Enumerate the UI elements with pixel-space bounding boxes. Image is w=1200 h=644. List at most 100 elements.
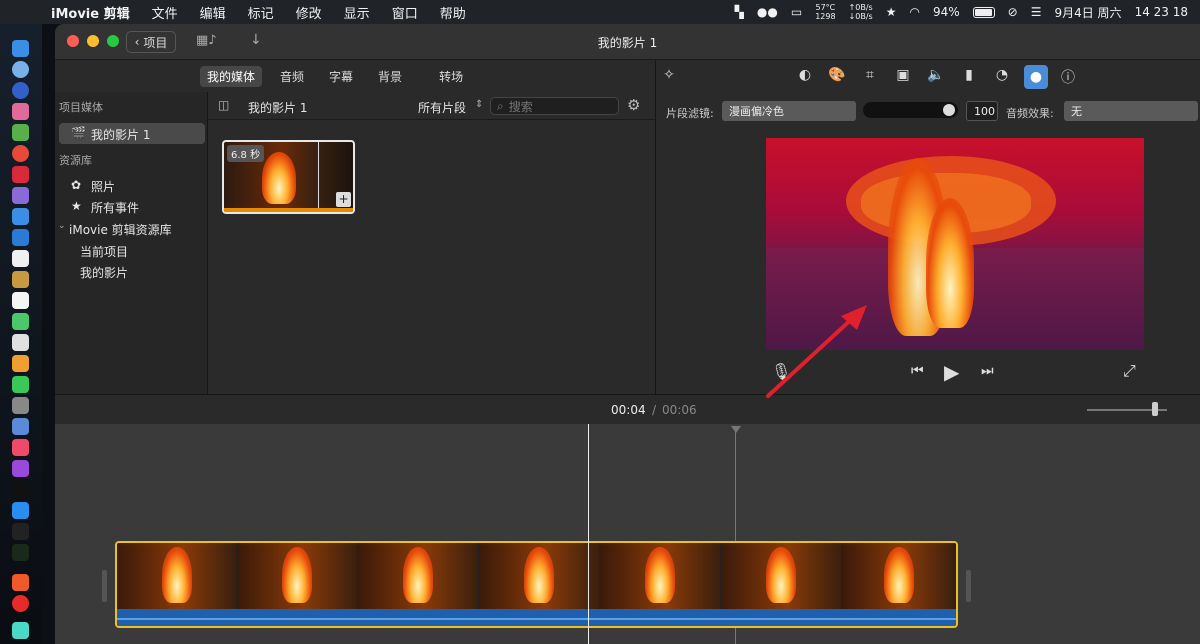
star-icon[interactable]: ★	[886, 5, 897, 19]
tab-my-media[interactable]: 我的媒体	[200, 65, 263, 87]
battery-icon[interactable]	[972, 6, 995, 18]
dots-icon[interactable]: ●●	[757, 5, 778, 19]
chrome-icon[interactable]	[12, 145, 29, 162]
contacts-icon[interactable]	[12, 271, 29, 288]
equalizer-icon[interactable]: ▮	[958, 67, 980, 87]
sidebar-toggle-icon[interactable]: ◫	[218, 98, 229, 112]
brave-icon[interactable]	[12, 574, 29, 591]
maps-icon[interactable]	[12, 313, 29, 330]
monitor-icon[interactable]: ▭	[791, 5, 802, 19]
wifi-icon[interactable]: ◠	[909, 5, 919, 19]
app-slack-icon[interactable]	[12, 418, 29, 435]
fan-rpm: 1298	[815, 12, 836, 21]
color-balance-icon[interactable]: ◐	[794, 67, 816, 87]
media-clip[interactable]: 6.8 秒 +	[222, 140, 355, 214]
gear-icon[interactable]: ⚙	[627, 96, 640, 114]
timeline-clip[interactable]	[115, 541, 958, 628]
settings-icon[interactable]	[12, 397, 29, 414]
photos-icon[interactable]	[12, 355, 29, 372]
skip-back-icon[interactable]: ⏮	[911, 363, 924, 379]
info-icon[interactable]: ⓘ	[1057, 67, 1079, 87]
timeline-left-handle[interactable]	[102, 570, 107, 602]
play-icon[interactable]: ▶	[944, 360, 959, 384]
search-field[interactable]: ⌕ 搜索	[490, 97, 619, 115]
app-red-icon[interactable]	[12, 166, 29, 183]
slider-knob[interactable]	[943, 104, 955, 116]
timeline-right-handle[interactable]	[966, 570, 971, 602]
finder-icon[interactable]	[12, 40, 29, 57]
skip-forward-icon[interactable]: ⏭	[981, 363, 994, 379]
sidebar-item-project[interactable]: 我的影片 1	[91, 126, 150, 143]
window-title: 我的影片 1	[597, 36, 658, 50]
cpu-stats[interactable]: 57°C 1298	[815, 3, 835, 21]
filter-intensity-slider[interactable]	[863, 102, 958, 118]
add-clip-icon[interactable]: +	[336, 192, 351, 207]
sidebar-item-current-project[interactable]: 当前项目	[80, 243, 128, 260]
menu-help[interactable]: 帮助	[429, 3, 477, 22]
calendar-icon[interactable]	[12, 250, 29, 267]
menu-time[interactable]: 14 23 18	[1135, 5, 1188, 19]
current-time: 00:04	[611, 403, 646, 417]
menu-edit[interactable]: 编辑	[189, 3, 237, 22]
color-palette-icon[interactable]: 🎨	[826, 67, 848, 87]
audio-effect-button[interactable]: 无	[1064, 101, 1198, 121]
menu-date[interactable]: 9月4日 周六	[1054, 4, 1121, 21]
notes-icon[interactable]	[12, 292, 29, 309]
yandex-icon[interactable]	[12, 595, 29, 612]
network-stats[interactable]: ↑0B/s ↓0B/s	[849, 3, 873, 21]
safari-icon[interactable]	[12, 61, 29, 78]
microphone-icon[interactable]: 🎙	[771, 362, 791, 381]
tv-icon[interactable]	[12, 481, 29, 498]
music-icon[interactable]	[12, 439, 29, 456]
zoom-slider-knob[interactable]	[1152, 402, 1158, 416]
volume-icon[interactable]: 🔈	[925, 67, 947, 87]
grid-icon[interactable]: ▚	[735, 5, 744, 19]
sidebar-item-library[interactable]: iMovie 剪辑资源库	[69, 221, 172, 238]
menu-view[interactable]: 显示	[333, 3, 381, 22]
facetime-icon[interactable]	[12, 376, 29, 393]
sidebar-item-my-movie[interactable]: 我的影片	[80, 264, 128, 281]
menu-window[interactable]: 窗口	[381, 3, 429, 22]
clip-filter-select[interactable]: 所有片段	[418, 99, 466, 116]
tab-backgrounds[interactable]: 背景	[371, 66, 409, 87]
tab-titles[interactable]: 字幕	[322, 66, 360, 87]
playhead[interactable]	[588, 424, 589, 644]
speed-gauge-icon[interactable]: ◔	[991, 67, 1013, 87]
app-blue-icon[interactable]	[12, 208, 29, 225]
video-preview	[766, 138, 1144, 350]
stabilization-camera-icon[interactable]: ▣	[892, 67, 914, 87]
sidebar-section-project-media: 项目媒体	[59, 101, 103, 114]
mail-icon[interactable]	[12, 229, 29, 246]
sidebar-item-photos[interactable]: 照片	[91, 178, 115, 195]
sidebar-item-all-events[interactable]: 所有事件	[91, 199, 139, 216]
siri-icon[interactable]	[12, 82, 29, 99]
app-purple-icon[interactable]	[12, 187, 29, 204]
mute-icon[interactable]: ⊘	[1008, 5, 1018, 19]
menu-modify[interactable]: 修改	[285, 3, 333, 22]
filter-intensity-value[interactable]: 100	[966, 101, 998, 121]
reminders-icon[interactable]	[12, 334, 29, 351]
app-teal-icon[interactable]	[12, 622, 29, 639]
menu-app-name[interactable]: iMovie 剪辑	[40, 3, 141, 22]
tab-transitions[interactable]: 转场	[432, 66, 470, 87]
dock	[0, 24, 42, 644]
menu-mark[interactable]: 标记	[237, 3, 285, 22]
tab-audio[interactable]: 音频	[273, 66, 311, 87]
crop-icon[interactable]: ⌗	[859, 67, 881, 87]
android-icon[interactable]	[12, 124, 29, 141]
menu-file[interactable]: 文件	[141, 3, 189, 22]
net-down: ↓0B/s	[848, 12, 873, 21]
clip-filter-label: 片段滤镜:	[666, 107, 714, 120]
fullscreen-icon[interactable]: ⤢	[1123, 361, 1136, 381]
activity-monitor-icon[interactable]	[12, 544, 29, 561]
terminal-icon[interactable]	[12, 523, 29, 540]
chevron-down-icon[interactable]: ⌄	[58, 221, 66, 231]
magic-wand-icon[interactable]: ✧	[658, 67, 680, 87]
control-center-icon[interactable]: ☰	[1031, 5, 1042, 19]
app-store-icon[interactable]	[12, 502, 29, 519]
launchpad-icon[interactable]	[12, 103, 29, 120]
color-filter-icon[interactable]: ●	[1024, 65, 1048, 89]
library-sidebar: 项目媒体 🎬 我的影片 1 资源库 ✿ 照片 ★ 所有事件 ⌄ iMovie 剪…	[55, 92, 208, 394]
podcasts-icon[interactable]	[12, 460, 29, 477]
clip-filter-button[interactable]: 漫画偏冷色	[722, 101, 856, 121]
